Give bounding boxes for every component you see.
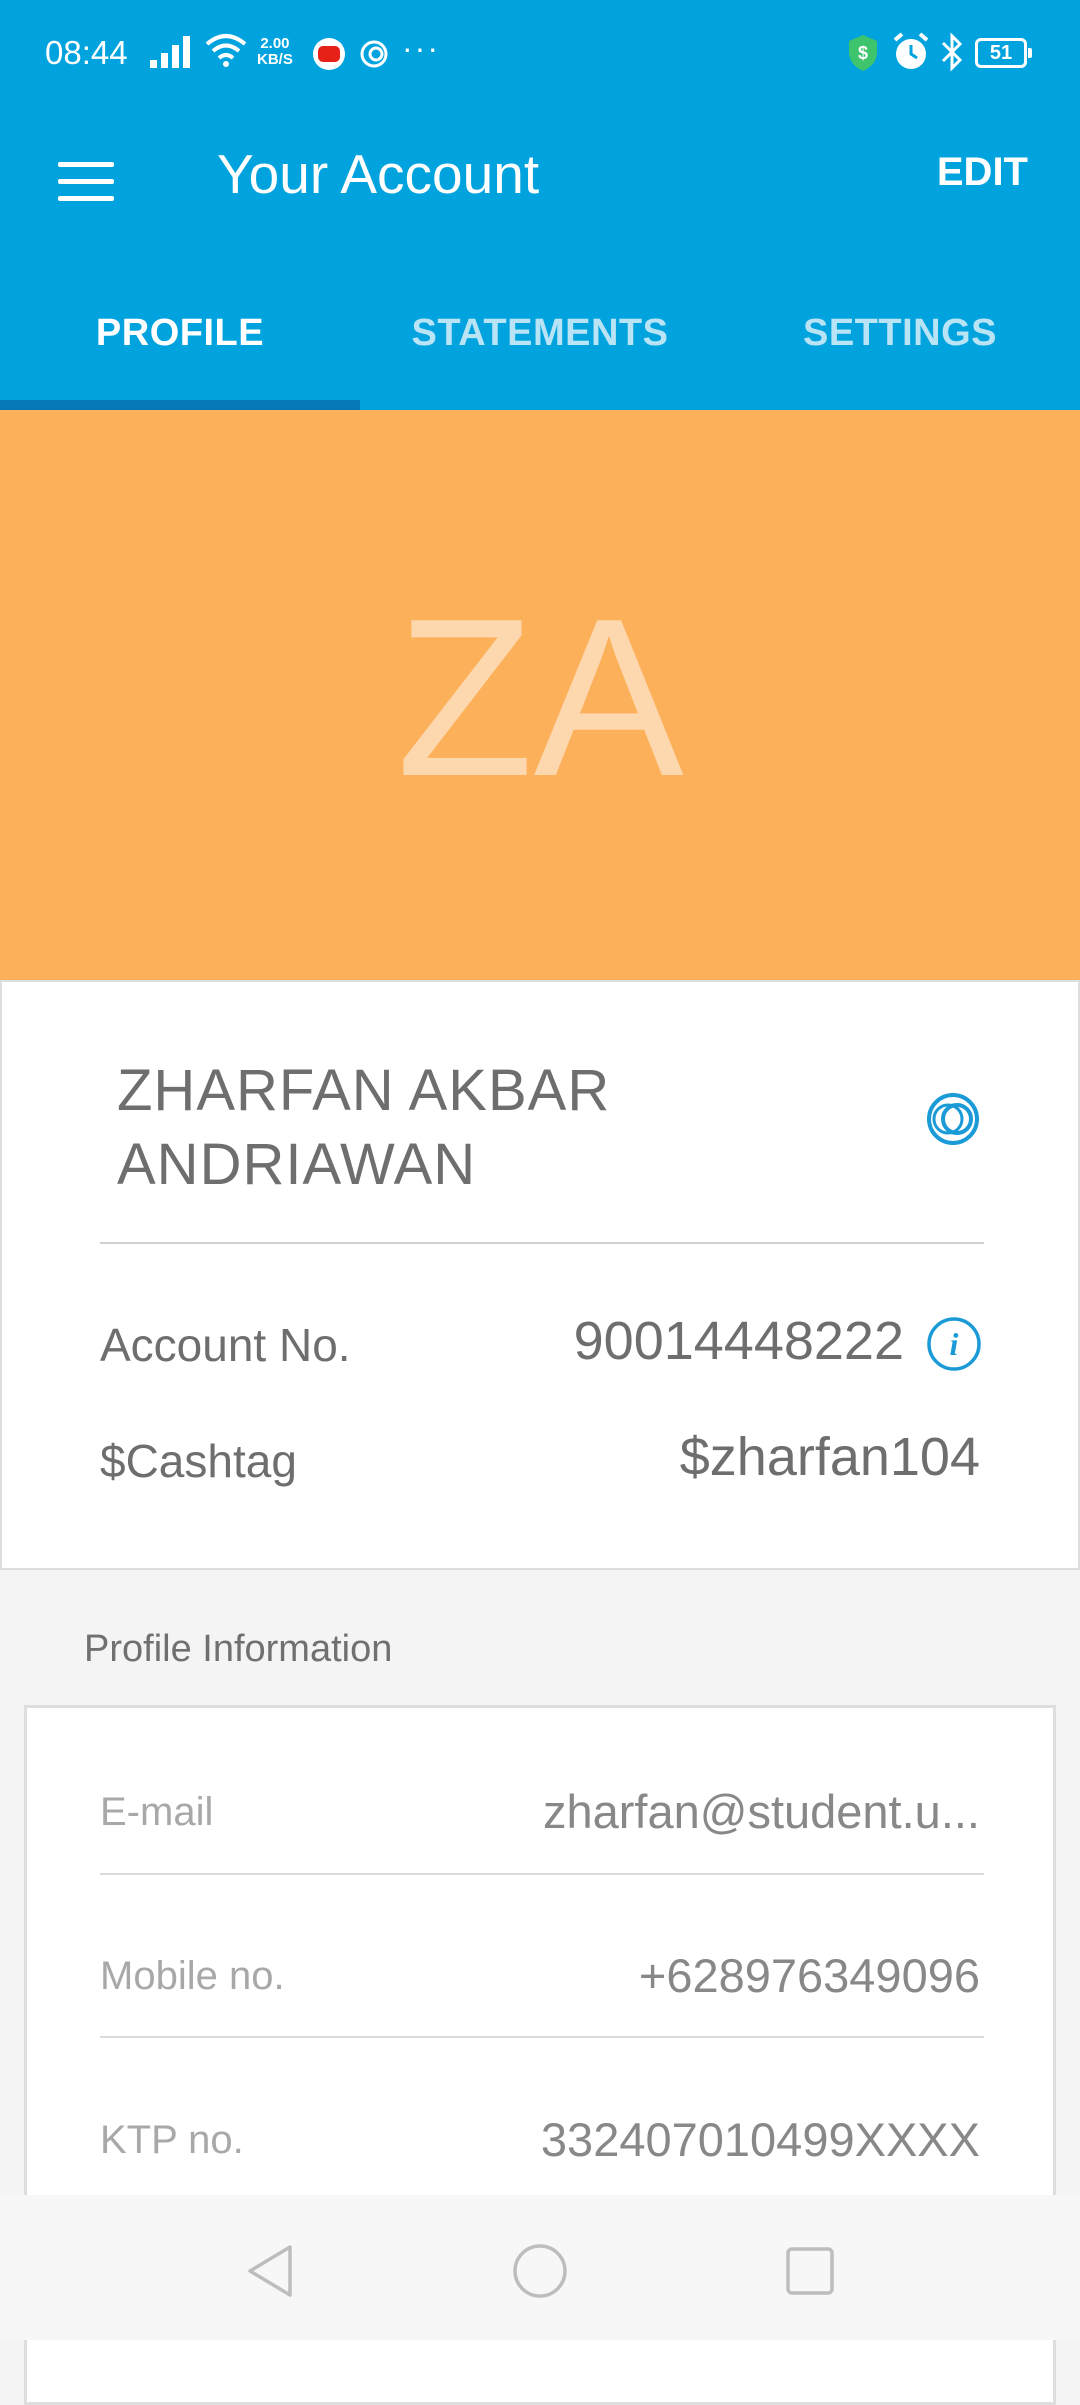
avatar-initials: ZA: [396, 571, 684, 823]
edit-button[interactable]: EDIT: [937, 150, 1028, 195]
alarm-icon: [893, 32, 929, 69]
svg-text:i: i: [950, 1326, 959, 1362]
youtube-icon: [313, 38, 345, 70]
svg-text:$: $: [858, 43, 868, 63]
status-bar: 08:44 2.00 KB/S ··· $ 51: [0, 0, 1080, 100]
tab-bar: PROFILE STATEMENTS SETTINGS: [0, 290, 1080, 410]
tab-settings[interactable]: SETTINGS: [720, 312, 1080, 355]
account-no-label: Account No.: [100, 1319, 351, 1371]
top-bar: 08:44 2.00 KB/S ··· $ 51 Your Account ED…: [0, 0, 1080, 410]
mobile-label: Mobile no.: [100, 1954, 285, 1998]
field-divider: [100, 1873, 984, 1875]
wifi-icon: [205, 34, 247, 67]
card-divider: [100, 1242, 984, 1244]
ktp-value: 332407010499XXXX: [540, 2113, 980, 2166]
cashtag-value: $zharfan104: [679, 1427, 980, 1487]
app-swirl-icon[interactable]: [924, 1090, 982, 1148]
menu-icon[interactable]: [58, 162, 114, 202]
recents-icon[interactable]: [782, 2243, 838, 2299]
avatar: ZA: [0, 410, 1080, 980]
account-holder-name: ZHARFAN AKBAR ANDRIAWAN: [117, 1058, 611, 1197]
battery-icon: 51: [975, 38, 1032, 68]
home-icon[interactable]: [512, 2243, 568, 2299]
bluetooth-icon: [941, 32, 963, 72]
account-card: ZHARFAN AKBAR ANDRIAWAN Account No. 9001…: [0, 980, 1080, 1570]
more-dots-icon: ···: [402, 30, 440, 66]
tab-statements[interactable]: STATEMENTS: [360, 312, 720, 355]
page-title: Your Account: [217, 143, 540, 205]
mobile-value: +628976349096: [638, 1949, 980, 2002]
cashtag-label: $Cashtag: [100, 1435, 297, 1487]
info-icon[interactable]: i: [926, 1316, 982, 1372]
app-bar: Your Account EDIT: [0, 100, 1080, 250]
email-value: zharfan@student.u...: [542, 1785, 980, 1838]
back-icon[interactable]: [242, 2243, 298, 2299]
status-time: 08:44: [45, 34, 128, 71]
email-label: E-mail: [100, 1790, 214, 1834]
ktp-label: KTP no.: [100, 2118, 244, 2162]
signal-icon: [150, 36, 190, 68]
tab-indicator: [0, 400, 360, 410]
app-swirl-icon: [360, 40, 388, 68]
field-divider: [100, 2036, 984, 2038]
network-speed: 2.00 KB/S: [257, 35, 293, 68]
tab-profile[interactable]: PROFILE: [0, 312, 360, 355]
section-title: Profile Information: [84, 1628, 393, 1670]
system-nav-bar: [0, 2195, 1080, 2340]
shield-dollar-icon: $: [849, 35, 877, 71]
account-no-value: 90014448222: [573, 1311, 904, 1371]
